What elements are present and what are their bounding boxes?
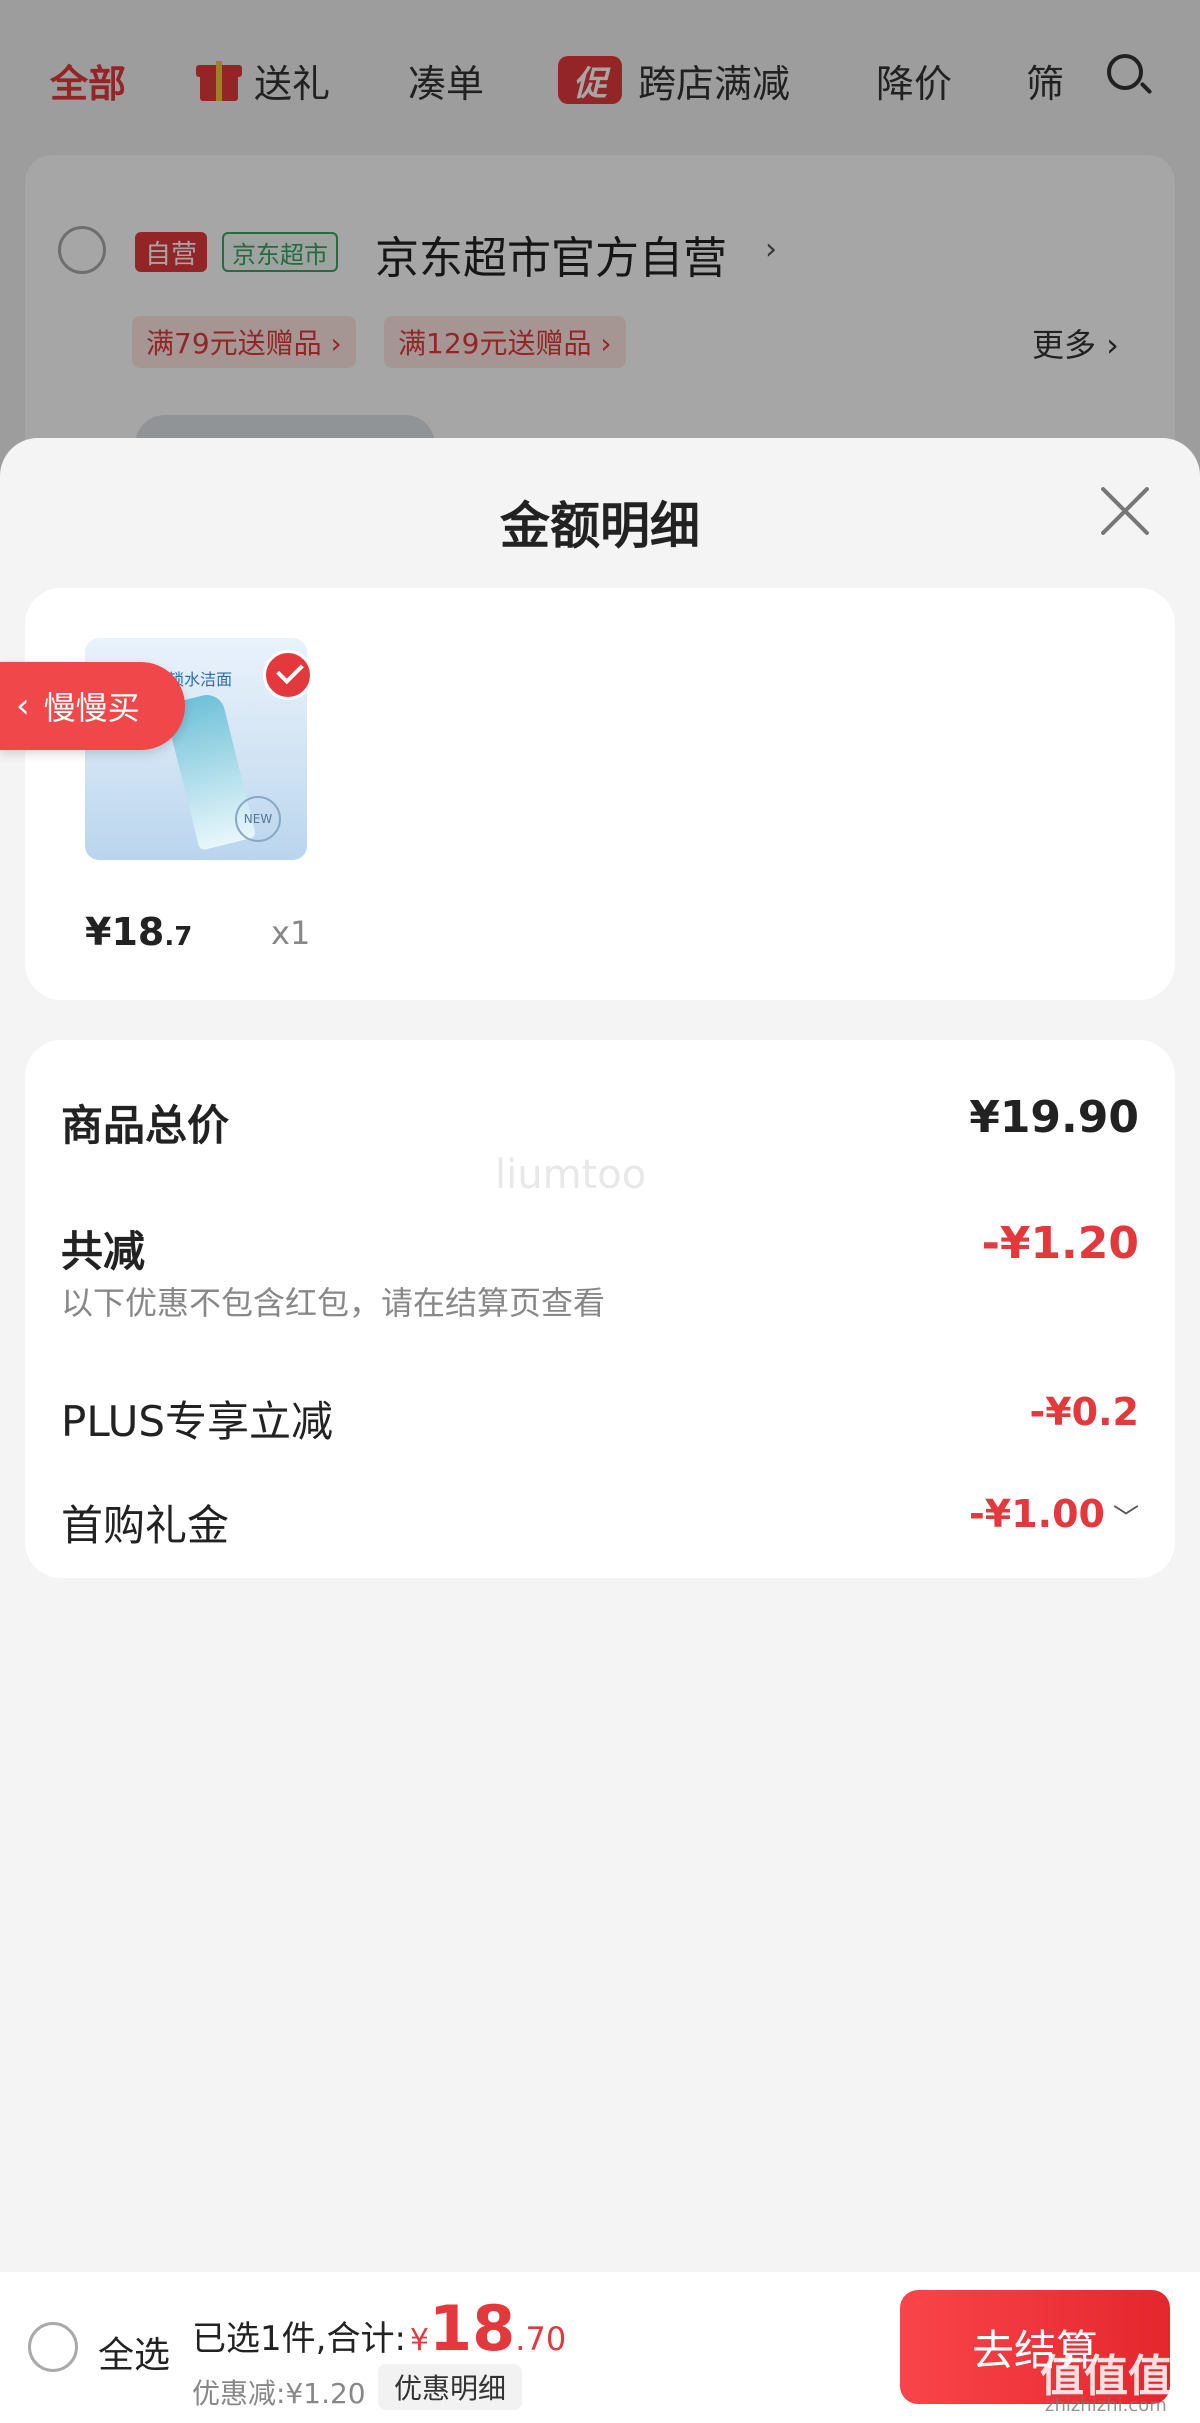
item-price: ¥18.7: [85, 910, 193, 954]
discount-detail-button[interactable]: 优惠明细: [378, 2364, 523, 2410]
plus-discount-value: -¥0.2: [1029, 1390, 1139, 1434]
discount-note: 以下优惠不包含红包，请在结算页查看: [61, 1284, 606, 1322]
price-summary-card: liumtoo 商品总价 ¥19.90 共减 -¥1.20 以下优惠不包含红包，…: [25, 1040, 1175, 1578]
checkout-bar: 全选 已选1件,合计: ¥ 18 .70 优惠减:¥1.20 优惠明细 去结算: [0, 2272, 1200, 2423]
chevron-down-icon: ﹀: [1112, 1504, 1139, 1534]
close-icon[interactable]: [1098, 484, 1152, 538]
select-all-radio[interactable]: [28, 2322, 78, 2372]
first-purchase-gift-label: 首购礼金: [61, 1501, 230, 1550]
item-quantity: x1: [271, 914, 311, 952]
reduce-label: 共减: [61, 1227, 146, 1276]
amount-detail-sheet: 金额明细 水弹精华 锁水洁面 NEW ¥18.7 x1 liumtoo 商品总价…: [0, 438, 1200, 2423]
slow-buy-tab[interactable]: ‹ 慢慢买: [0, 662, 185, 750]
plus-discount-label: PLUS专享立减: [61, 1397, 334, 1446]
sheet-title: 金额明细: [500, 497, 700, 555]
watermark: liumtoo: [495, 1152, 647, 1198]
total-line: 已选1件,合计: ¥ 18 .70: [192, 2292, 567, 2365]
total-value: ¥19.90: [969, 1092, 1139, 1143]
select-all-label[interactable]: 全选: [98, 2326, 170, 2378]
total-amount: 18: [429, 2292, 516, 2365]
total-label: 商品总价: [61, 1101, 230, 1150]
item-card: 水弹精华 锁水洁面 NEW ¥18.7 x1: [25, 588, 1175, 1000]
new-badge: NEW: [235, 796, 281, 842]
chevron-left-icon: ‹: [16, 686, 30, 726]
first-purchase-gift-value[interactable]: -¥1.00 ﹀: [969, 1492, 1139, 1536]
discount-amount: 优惠减:¥1.20: [192, 2377, 366, 2410]
site-watermark-url: zhizhizhi.com: [1045, 2395, 1167, 2416]
reduce-value: -¥1.20: [981, 1218, 1139, 1269]
selected-check-icon[interactable]: [263, 650, 313, 700]
